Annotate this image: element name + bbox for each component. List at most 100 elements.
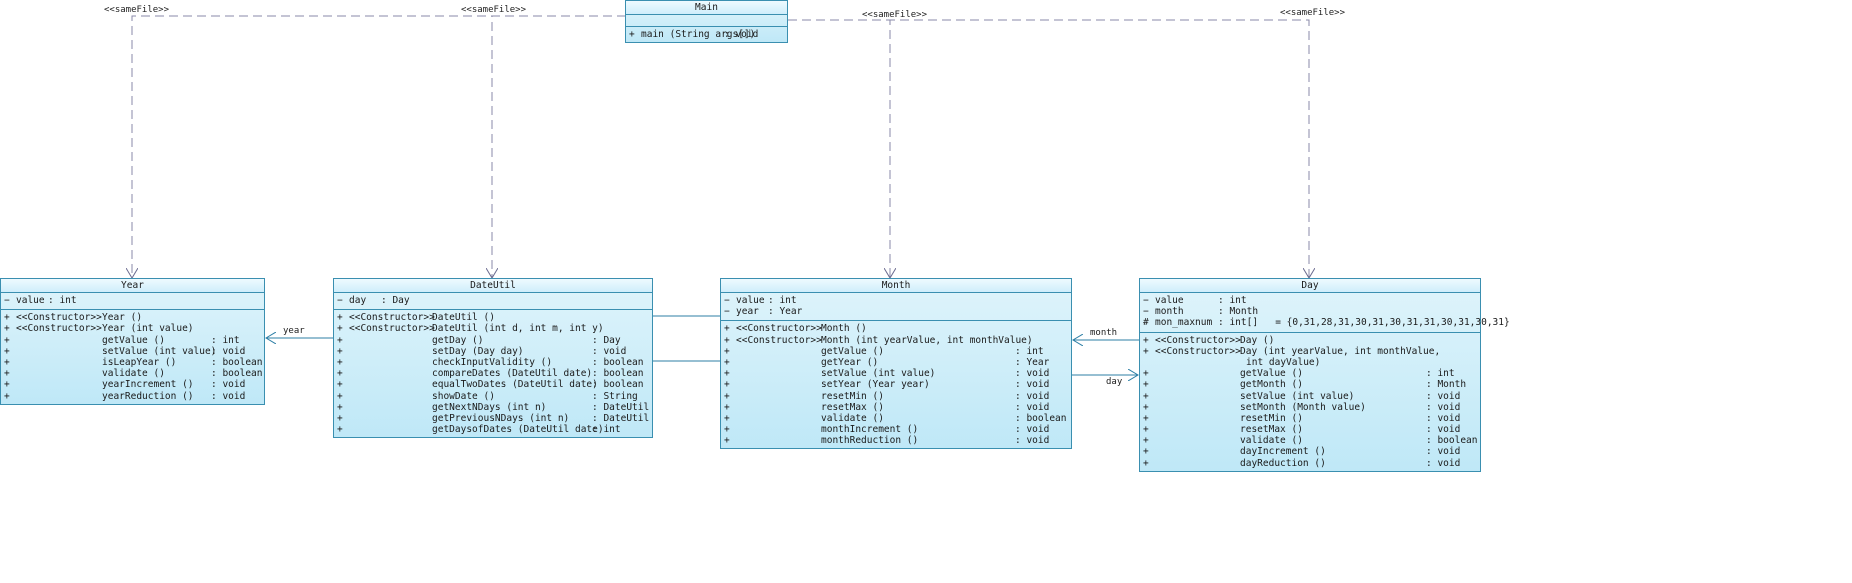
operation-return-type: : boolean	[1426, 435, 1478, 447]
operation-row[interactable]: + resetMin (): void	[1140, 413, 1480, 424]
visibility-marker: +	[4, 368, 10, 380]
operation-name: Month (int yearValue, int monthValue)	[821, 334, 1033, 346]
attribute-row[interactable]: − value: int	[721, 295, 1071, 306]
operation-row[interactable]: + getDaysofDates (DateUtil date): int	[334, 424, 652, 435]
operation-row[interactable]: + setValue (int value): void	[1140, 391, 1480, 402]
operation-row[interactable]: + setMonth (Month value): void	[1140, 402, 1480, 413]
operation-row[interactable]: + monthReduction (): void	[721, 435, 1071, 446]
operation-row[interactable]: + <<Constructor>> Month (int yearValue, in…	[721, 335, 1071, 346]
operation-return-type: : int	[592, 424, 621, 436]
class-day[interactable]: Day − value: int − month: Month # mon_maxnum: …	[1139, 278, 1510, 472]
attribute-type: : Day	[381, 295, 410, 306]
operation-row[interactable]: + validate (): boolean	[1140, 435, 1480, 446]
operation-row[interactable]: + isLeapYear (): boolean	[1, 357, 264, 368]
class-main[interactable]: Main + main (String args[]): void	[625, 0, 788, 44]
operation-return-type: : boolean	[592, 368, 644, 380]
operation-row[interactable]: + validate (): boolean	[721, 413, 1071, 424]
visibility-marker: +	[724, 412, 730, 424]
constructor-stereotype: <<Constructor>>	[736, 334, 822, 346]
operation-row[interactable]: + yearIncrement (): void	[1, 379, 264, 390]
attribute-row[interactable]: − value: int	[1140, 295, 1480, 306]
operation-row[interactable]: + equalTwoDates (DateUtil date): boolean	[334, 379, 652, 390]
attribute-name: value	[1155, 295, 1184, 306]
visibility-marker: +	[1143, 368, 1149, 380]
class-title: Main	[626, 1, 787, 15]
operation-name: monthIncrement ()	[821, 424, 919, 436]
operation-name: getDay ()	[432, 334, 484, 346]
attribute-compartment: − value: int	[1, 293, 264, 311]
attribute-row[interactable]: − value: int	[1, 295, 264, 306]
operation-row[interactable]: + setDay (Day day): void	[334, 346, 652, 357]
attribute-type: : Year	[768, 306, 803, 318]
visibility-marker: +	[724, 323, 730, 335]
constructor-stereotype: <<Constructor>>	[349, 312, 435, 324]
operation-row[interactable]: + <<Constructor>> DateUtil ()	[334, 312, 652, 323]
visibility-marker: +	[337, 312, 343, 324]
operation-row[interactable]: + validate (): boolean	[1, 368, 264, 379]
operation-row[interactable]: + <<Constructor>> Year (int value)	[1, 323, 264, 334]
operation-row[interactable]: + dayReduction (): void	[1140, 458, 1480, 469]
operation-row[interactable]: + resetMin (): void	[721, 391, 1071, 402]
visibility-marker: +	[4, 356, 10, 368]
operation-row[interactable]: + main (String args[]): void	[626, 29, 787, 40]
attribute-row[interactable]: # mon_maxnum: int[] = {0,31,28,31,30,31,3…	[1140, 317, 1510, 329]
attribute-type: : int	[1218, 295, 1247, 306]
class-month[interactable]: Month − value: int − year: Year + <<Constructo…	[720, 278, 1072, 450]
operation-row[interactable]: + <<Constructor>> Day (int yearValue, int …	[1140, 346, 1480, 357]
dependency-main-dateutil	[492, 15, 626, 278]
operation-name: setYear (Year year)	[821, 379, 930, 391]
visibility-marker: +	[337, 401, 343, 413]
attribute-name: mon_maxnum	[1155, 317, 1213, 329]
operation-row[interactable]: + setYear (Year year) : void	[721, 379, 1071, 390]
operation-row[interactable]: + checkInputValidity (): boolean	[334, 357, 652, 368]
operation-row[interactable]: + getPreviousNDays (int n): DateUtil	[334, 413, 652, 424]
operation-row[interactable]: + <<Constructor>> Year ()	[1, 312, 264, 323]
visibility-marker: −	[4, 295, 10, 306]
visibility-marker: +	[4, 312, 10, 324]
operation-row[interactable]: + resetMax (): void	[1140, 424, 1480, 435]
operation-row[interactable]: + dayIncrement (): void	[1140, 446, 1480, 457]
attribute-type: : int[] = {0,31,28,31,30,31,30,31,31,30,…	[1218, 317, 1510, 329]
operation-return-type: : void	[1015, 379, 1050, 391]
visibility-marker: −	[337, 295, 343, 306]
visibility-marker: +	[724, 379, 730, 391]
operation-row[interactable]: + yearReduction (): void	[1, 391, 264, 402]
visibility-marker: −	[724, 295, 730, 306]
operation-row[interactable]: int dayValue)	[1140, 357, 1480, 368]
operation-row[interactable]: + getMonth (): Month	[1140, 379, 1480, 390]
operation-row[interactable]: + compareDates (DateUtil date): boolean	[334, 368, 652, 379]
operation-row[interactable]: + getValue (): int	[1140, 368, 1480, 379]
operation-row[interactable]: + getYear (): Year	[721, 357, 1071, 368]
operation-name: int dayValue)	[1246, 356, 1321, 368]
visibility-marker: −	[1143, 306, 1149, 318]
operation-row[interactable]: + monthIncrement (): void	[721, 424, 1071, 435]
operation-name: getValue ()	[821, 345, 884, 357]
operation-name: compareDates (DateUtil date)	[432, 368, 593, 380]
operation-compartment: + <<Constructor>> Month () + <<Constructor>>…	[721, 321, 1071, 448]
operation-return-type: : void	[1015, 368, 1050, 380]
operation-name: validate ()	[821, 412, 884, 424]
class-year[interactable]: Year − value: int + <<Constructor>> Year () + <…	[0, 278, 265, 405]
operation-row[interactable]: + getValue (): int	[721, 346, 1071, 357]
operation-row[interactable]: + resetMax (): void	[721, 402, 1071, 413]
operation-name: dayIncrement ()	[1240, 446, 1326, 458]
attribute-type: : Month	[1218, 306, 1259, 318]
attribute-row[interactable]: − month: Month	[1140, 306, 1480, 317]
attribute-row[interactable]: − day: Day	[334, 295, 652, 306]
operation-row[interactable]: + <<Constructor>> Month ()	[721, 323, 1071, 334]
operation-row[interactable]: + setValue (int value): void	[1, 346, 264, 357]
operation-row[interactable]: + getValue (): int	[1, 335, 264, 346]
visibility-marker: +	[337, 379, 343, 391]
operation-name: setValue (int value)	[821, 368, 936, 380]
operation-row[interactable]: + <<Constructor>> Day ()	[1140, 335, 1480, 346]
class-dateutil[interactable]: DateUtil − day: Day + <<Constructor>> DateUti…	[333, 278, 653, 439]
operation-row[interactable]: + getNextNDays (int n): DateUtil	[334, 402, 652, 413]
operation-row[interactable]: + showDate (): String	[334, 391, 652, 402]
visibility-marker: +	[4, 334, 10, 346]
operation-name: DateUtil ()	[432, 312, 495, 324]
operation-row[interactable]: + getDay (): Day	[334, 335, 652, 346]
operation-row[interactable]: + setValue (int value): void	[721, 368, 1071, 379]
attribute-row[interactable]: − year: Year	[721, 306, 1071, 317]
operation-row[interactable]: + <<Constructor>> DateUtil (int d, int m, …	[334, 323, 652, 334]
visibility-marker: +	[337, 323, 343, 335]
